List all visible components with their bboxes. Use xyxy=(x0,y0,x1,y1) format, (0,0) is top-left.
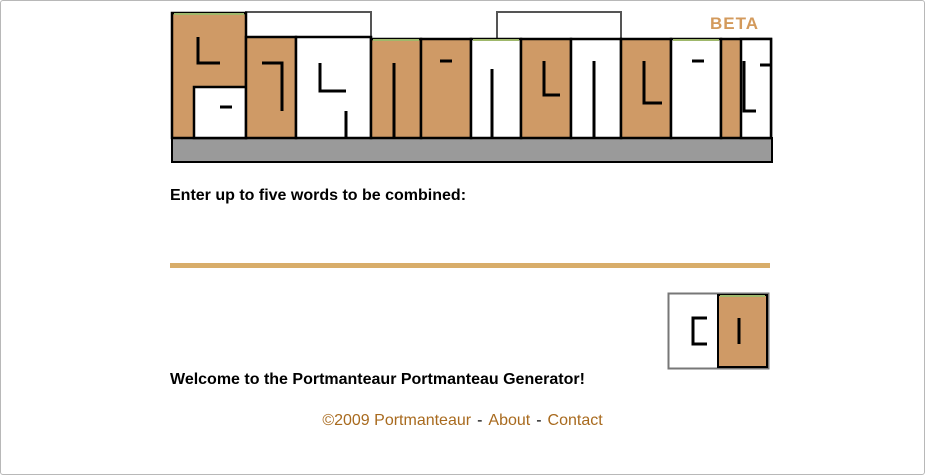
portmanteaur-logo xyxy=(170,11,774,164)
welcome-message: Welcome to the Portmanteaur Portmanteau … xyxy=(170,371,585,388)
footer-separator: - xyxy=(536,412,542,429)
footer: ©2009 Portmanteaur - About - Contact xyxy=(0,412,925,430)
words-input[interactable] xyxy=(170,236,770,268)
about-link[interactable]: About xyxy=(488,412,530,429)
contact-link[interactable]: Contact xyxy=(548,412,603,429)
go-button[interactable] xyxy=(667,292,770,370)
go-tile-icon xyxy=(667,292,770,370)
beta-badge: BETA xyxy=(710,14,760,33)
input-prompt-label: Enter up to five words to be combined: xyxy=(170,187,467,204)
logo-graphic xyxy=(170,11,773,163)
copyright-link[interactable]: ©2009 Portmanteaur xyxy=(322,412,471,429)
footer-separator: - xyxy=(477,412,483,429)
